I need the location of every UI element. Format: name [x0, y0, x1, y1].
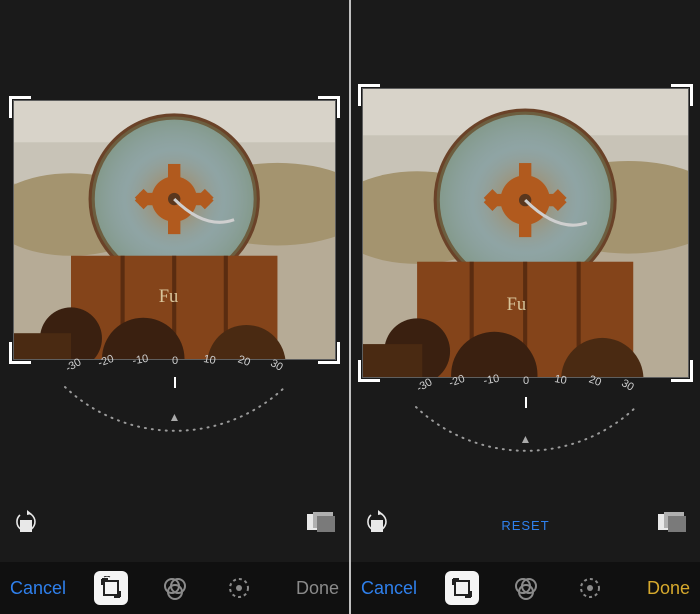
dial-tick: 10 [202, 353, 216, 367]
editor-screen-before: Fu -30 [0, 0, 351, 614]
aspect-icon[interactable] [658, 512, 686, 539]
crop-options-row: RESET [351, 510, 700, 540]
done-button[interactable]: Done [296, 578, 339, 599]
dial-tick: -20 [447, 373, 466, 390]
crop-frame[interactable]: Fu [362, 88, 688, 378]
svg-text:Fu: Fu [507, 295, 527, 315]
dial-tick: 20 [587, 373, 603, 388]
cancel-button[interactable]: Cancel [10, 578, 66, 599]
adjust-icon[interactable] [222, 571, 256, 605]
editor-screen-after: Fu -30 -20 -10 0 [351, 0, 700, 614]
crop-rotate-icon[interactable] [445, 571, 479, 605]
filters-icon[interactable] [158, 571, 192, 605]
dial-tick: -10 [482, 373, 500, 388]
aspect-icon[interactable] [307, 512, 335, 539]
dial-tick: 0 [522, 375, 528, 387]
crop-handle-tl[interactable] [358, 84, 380, 106]
dial-tick: 30 [268, 357, 285, 374]
crop-options-row [0, 510, 349, 540]
photo-preview: Fu [362, 88, 688, 378]
svg-text:Fu: Fu [159, 286, 179, 307]
bottom-toolbar: Cancel Done [0, 562, 349, 614]
rotate-icon[interactable] [14, 510, 40, 541]
crop-handle-tl[interactable] [9, 96, 31, 118]
crop-handle-tr[interactable] [318, 96, 340, 118]
photo-preview: Fu [13, 100, 335, 360]
bottom-toolbar: Cancel Done [351, 562, 700, 614]
crop-area[interactable]: Fu [359, 88, 692, 378]
dial-tick: 30 [619, 377, 636, 394]
done-button[interactable]: Done [647, 578, 690, 599]
dial-tick: 10 [553, 373, 567, 387]
crop-rotate-icon[interactable] [94, 571, 128, 605]
dial-tick: 0 [171, 355, 177, 367]
straighten-dial[interactable]: -30 -20 -10 0 10 20 30 ▲ [351, 372, 700, 462]
straighten-dial[interactable]: -30 -20 -10 0 10 20 30 ▲ [0, 352, 349, 442]
reset-button[interactable]: RESET [501, 518, 549, 533]
dial-tick: -30 [63, 356, 83, 374]
dial-tick: 20 [236, 353, 252, 368]
dial-tick: -20 [96, 353, 115, 370]
rotate-icon[interactable] [365, 510, 391, 541]
adjust-icon[interactable] [573, 571, 607, 605]
crop-handle-tr[interactable] [671, 84, 693, 106]
dial-tick: -10 [131, 353, 149, 368]
dial-pointer: ▲ [169, 410, 181, 424]
dial-pointer: ▲ [520, 432, 532, 446]
cancel-button[interactable]: Cancel [361, 578, 417, 599]
crop-frame[interactable]: Fu [13, 100, 335, 360]
crop-area[interactable]: Fu [10, 100, 339, 360]
filters-icon[interactable] [509, 571, 543, 605]
dial-tick: -30 [414, 376, 434, 394]
